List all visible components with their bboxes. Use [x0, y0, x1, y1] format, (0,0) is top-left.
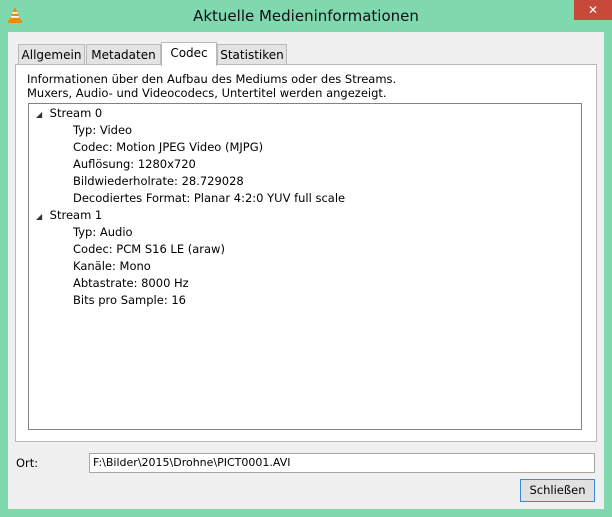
tree-item[interactable]: Bildwiederholrate: 28.729028: [73, 174, 244, 188]
tab-allgemein[interactable]: Allgemein: [18, 44, 85, 64]
tab-metadaten[interactable]: Metadaten: [86, 44, 161, 64]
tree-item[interactable]: Codec: Motion JPEG Video (MJPG): [73, 140, 263, 154]
window-close-button[interactable]: ✕: [574, 0, 612, 20]
tree-item[interactable]: Codec: PCM S16 LE (araw): [73, 242, 225, 256]
codec-panel: Informationen über den Aufbau des Medium…: [15, 64, 597, 442]
location-field[interactable]: F:\Bilder\2015\Drohne\PICT0001.AVI: [89, 453, 595, 473]
tree-item[interactable]: Auflösung: 1280x720: [73, 157, 196, 171]
media-info-window: Aktuelle Medieninformationen ✕ Allgemein…: [0, 0, 612, 517]
tree-item[interactable]: Decodiertes Format: Planar 4:2:0 YUV ful…: [73, 191, 345, 205]
tab-statistiken[interactable]: Statistiken: [217, 44, 287, 64]
tree-item[interactable]: Bits pro Sample: 16: [73, 293, 186, 307]
description-line: Muxers, Audio- und Videocodecs, Untertit…: [27, 86, 387, 100]
tree-item[interactable]: Typ: Video: [73, 123, 132, 137]
codec-description: Informationen über den Aufbau des Medium…: [27, 72, 396, 100]
expanded-triangle-icon[interactable]: ◢: [36, 110, 46, 119]
tree-item[interactable]: Typ: Audio: [73, 225, 133, 239]
tab-codec[interactable]: Codec: [161, 42, 217, 66]
close-icon: ✕: [587, 3, 599, 17]
location-label: Ort:: [16, 456, 39, 470]
title-bar[interactable]: Aktuelle Medieninformationen ✕: [0, 0, 612, 32]
window-title: Aktuelle Medieninformationen: [193, 7, 419, 25]
stream-label: Stream 0: [49, 106, 103, 120]
tree-item[interactable]: Abtastrate: 8000 Hz: [73, 276, 189, 290]
close-dialog-button[interactable]: Schließen: [520, 479, 595, 502]
tree-node-stream-1[interactable]: ◢ Stream 1: [36, 208, 102, 222]
stream-label: Stream 1: [49, 208, 103, 222]
dialog-client-area: Allgemein Metadaten Codec Statistiken In…: [8, 32, 604, 509]
stream-tree[interactable]: ◢ Stream 0 Typ: Video Codec: Motion JPEG…: [28, 103, 582, 430]
expanded-triangle-icon[interactable]: ◢: [36, 212, 46, 221]
tree-node-stream-0[interactable]: ◢ Stream 0: [36, 106, 102, 120]
tree-item[interactable]: Kanäle: Mono: [73, 259, 151, 273]
description-line: Informationen über den Aufbau des Medium…: [27, 72, 397, 86]
